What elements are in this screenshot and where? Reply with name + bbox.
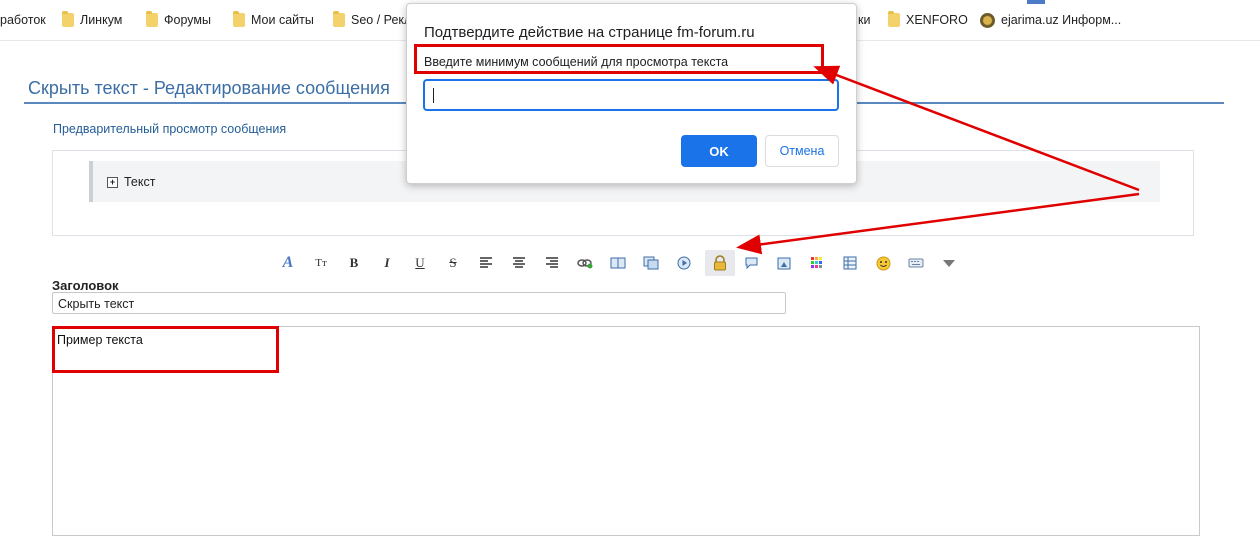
annotation-box [52, 326, 279, 373]
image-icon[interactable] [772, 250, 796, 276]
bookmark-label: XENFORO [906, 13, 968, 27]
folder-icon [146, 11, 158, 27]
bookmark-item[interactable]: XENFORO [888, 10, 968, 30]
folder-icon [333, 11, 345, 27]
font-icon[interactable]: A [276, 250, 300, 276]
strikethrough-icon[interactable]: S [441, 250, 465, 276]
align-left-icon[interactable] [474, 250, 498, 276]
bookmark-item[interactable]: Seo / Рекл [333, 10, 411, 30]
cancel-button[interactable]: Отмена [765, 135, 839, 167]
align-right-icon[interactable] [540, 250, 564, 276]
bookmark-item[interactable]: Линкум [62, 10, 122, 30]
media-icon[interactable] [672, 250, 696, 276]
copy-icon[interactable] [639, 250, 663, 276]
title-input[interactable]: Скрыть текст [52, 292, 786, 314]
underline-icon[interactable]: U [408, 250, 432, 276]
smiley-icon[interactable] [871, 250, 895, 276]
speech-bubble-icon[interactable] [739, 250, 763, 276]
lock-icon[interactable] [705, 250, 735, 276]
globe-icon [980, 12, 995, 28]
text-caret [433, 88, 434, 103]
more-dropdown-icon[interactable] [937, 250, 961, 276]
bookmark-item[interactable]: ejarima.uz Информ... [980, 10, 1121, 30]
bookmark-label: Линкум [80, 13, 123, 27]
italic-icon[interactable]: I [375, 250, 399, 276]
bookmark-label: работок [0, 13, 46, 27]
keyboard-icon[interactable] [904, 250, 928, 276]
expand-icon[interactable]: + [107, 177, 118, 188]
link-icon[interactable] [573, 250, 597, 276]
bold-icon[interactable]: B [342, 250, 366, 276]
table-icon[interactable] [838, 250, 862, 276]
annotation-box [414, 44, 824, 74]
page-title: Скрыть текст - Редактирование сообщения [28, 78, 390, 98]
bookmark-label: Seo / Рекл [351, 13, 412, 27]
align-center-icon[interactable] [507, 250, 531, 276]
bookmark-item[interactable]: Мои сайты [233, 10, 314, 30]
bookmark-label: Форумы [164, 13, 211, 27]
dialog-title: Подтвердите действие на странице fm-foru… [424, 24, 755, 41]
folder-icon [233, 11, 245, 27]
folder-icon [62, 11, 74, 27]
dialog-input[interactable] [423, 79, 839, 111]
spoiler-label: Текст [124, 175, 156, 189]
extension-badge [1027, 0, 1045, 4]
folder-icon [888, 11, 900, 27]
bookmark-label: ejarima.uz Информ... [1001, 13, 1122, 27]
ok-button[interactable]: OK [681, 135, 757, 167]
color-grid-icon[interactable] [805, 250, 829, 276]
bookmark-label: Мои сайты [251, 13, 314, 27]
title-field-label: Заголовок [52, 278, 119, 293]
bookmark-item[interactable]: работок [0, 10, 46, 30]
text-size-icon[interactable]: Tт [309, 250, 333, 276]
bookmark-item[interactable]: Форумы [146, 10, 211, 30]
bookmark-item[interactable]: ки [858, 10, 870, 30]
preview-heading: Предварительный просмотр сообщения [53, 122, 287, 136]
prompt-dialog: Подтвердите действие на странице fm-foru… [406, 3, 857, 184]
bookmark-label: ки [858, 13, 871, 27]
book-icon[interactable] [606, 250, 630, 276]
